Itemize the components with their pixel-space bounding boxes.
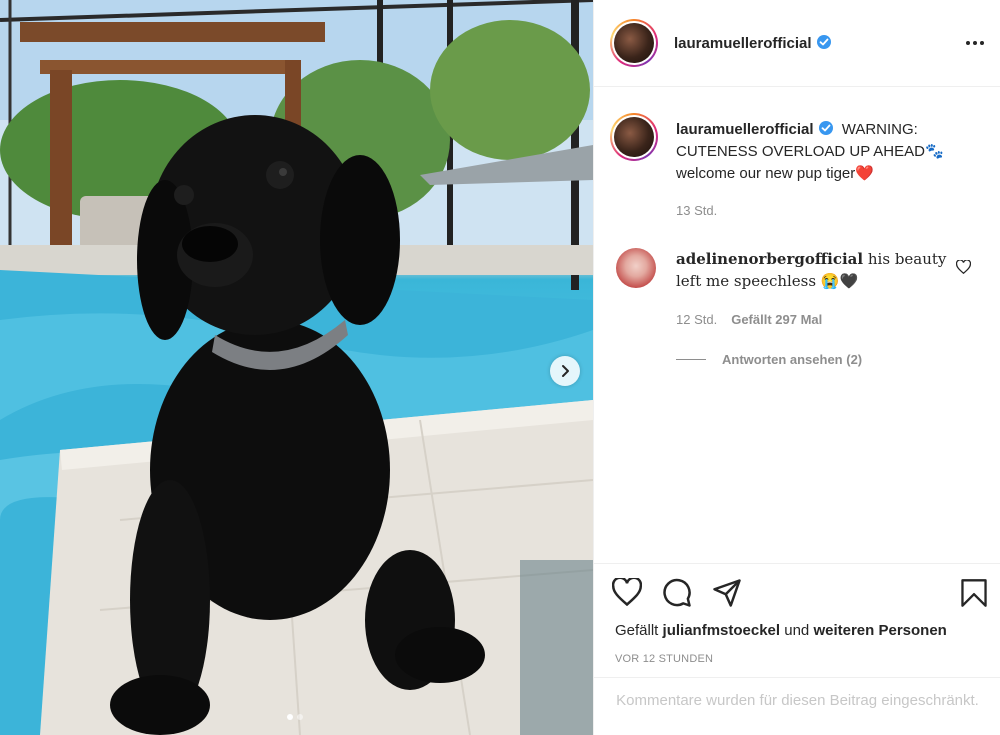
post-actions: Gefällt julianfmstoeckel und weiteren Pe… xyxy=(594,563,1000,735)
commenter-username[interactable]: adelinenorbergofficial xyxy=(676,250,863,268)
author-username-link[interactable]: lauramuellerofficial xyxy=(674,34,832,52)
caption-text-block: lauramuellerofficial WARNING: CUTENESS O… xyxy=(676,119,976,185)
comment-time: 12 Std. xyxy=(676,312,718,327)
like-heart-icon[interactable] xyxy=(612,578,642,606)
author-avatar-image xyxy=(614,23,654,63)
post-header: lauramuellerofficial xyxy=(594,0,1000,87)
likes-user-link[interactable]: julianfmstoeckel xyxy=(663,622,781,639)
more-options-button[interactable] xyxy=(966,34,990,52)
verified-badge-icon xyxy=(818,121,833,135)
post-side-panel: lauramuellerofficial lauramuellerofficia… xyxy=(593,0,1000,735)
commenter-avatar[interactable] xyxy=(616,248,656,288)
caption-timestamp[interactable]: 13 Std. xyxy=(676,203,717,218)
comment-text-block: adelinenorbergofficial his beauty left m… xyxy=(676,248,951,292)
comment-likes[interactable]: Gefällt 297 Mal xyxy=(731,312,822,327)
post-photo[interactable] xyxy=(0,0,593,735)
carousel-dot xyxy=(297,714,303,720)
author-avatar[interactable] xyxy=(610,19,658,67)
share-send-icon[interactable] xyxy=(712,578,742,608)
carousel-next-button[interactable] xyxy=(550,356,580,386)
puppy-photo xyxy=(0,0,593,735)
carousel-dot-active xyxy=(287,714,293,720)
comment-meta: 12 Std. Gefällt 297 Mal xyxy=(676,312,822,327)
caption-author-username[interactable]: lauramuellerofficial xyxy=(676,121,834,138)
view-replies-label: Antworten ansehen (2) xyxy=(722,352,863,367)
comment-bubble-icon[interactable] xyxy=(662,578,692,608)
chevron-right-icon xyxy=(562,365,569,377)
likes-prefix: Gefällt xyxy=(615,622,659,639)
save-bookmark-icon[interactable] xyxy=(960,578,988,608)
author-username: lauramuellerofficial xyxy=(674,35,812,52)
view-replies-button[interactable]: Antworten ansehen (2) xyxy=(676,352,862,367)
more-horizontal-icon xyxy=(966,41,970,45)
comment-like-heart-icon[interactable] xyxy=(956,260,971,274)
likes-and: und xyxy=(784,622,810,639)
likes-summary: Gefällt julianfmstoeckel und weiteren Pe… xyxy=(615,622,947,639)
verified-badge-icon xyxy=(816,35,831,49)
post-time-ago[interactable]: VOR 12 STUNDEN xyxy=(615,653,713,665)
carousel-dots xyxy=(287,714,303,720)
likes-others-link[interactable]: weiteren Personen xyxy=(813,622,946,639)
comments-restricted-notice: Kommentare wurden für diesen Beitrag ein… xyxy=(594,677,1000,735)
replies-divider xyxy=(676,359,706,360)
caption-author-avatar[interactable] xyxy=(610,113,658,161)
